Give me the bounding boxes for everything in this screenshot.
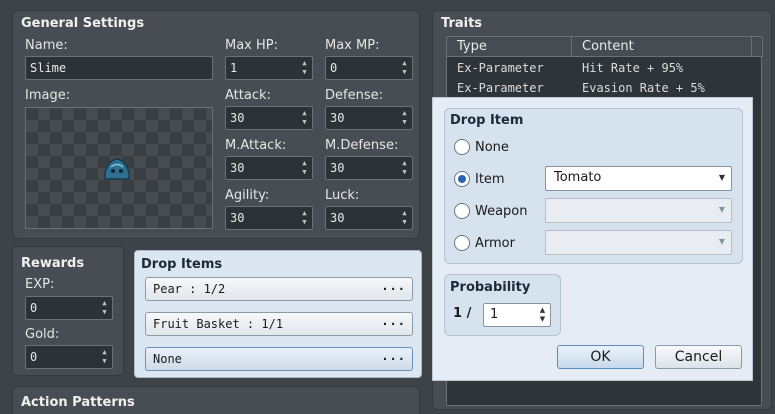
gold-value: 0: [30, 350, 38, 364]
spin-arrows-icon[interactable]: ▲ ▼: [400, 59, 409, 77]
maxhp-spinbox[interactable]: 1 ▲ ▼: [225, 56, 313, 80]
defense-spinbox[interactable]: 30 ▲ ▼: [325, 106, 413, 130]
mattack-spinbox[interactable]: 30 ▲ ▼: [225, 156, 313, 180]
exp-value: 0: [30, 301, 38, 315]
drop-item-slot-3[interactable]: None ···: [145, 347, 413, 371]
gold-spinbox[interactable]: 0 ▲ ▼: [25, 345, 113, 369]
table-row[interactable]: Ex-Parameter Evasion Rate + 5%: [447, 78, 763, 98]
drop-item-group: Drop Item None Item Tomato ▼ Weapon ▼ Ar…: [444, 108, 743, 264]
probability-title: Probability: [450, 280, 531, 295]
item-select[interactable]: Tomato ▼: [545, 166, 732, 191]
armor-select: ▼: [545, 230, 732, 255]
image-label: Image:: [25, 88, 71, 103]
trait-type: Ex-Parameter: [457, 81, 544, 95]
radio-weapon[interactable]: [454, 203, 470, 219]
spin-arrows-icon[interactable]: ▲ ▼: [400, 209, 409, 227]
luck-spinbox[interactable]: 30 ▲ ▼: [325, 206, 413, 230]
drop-item-label: Fruit Basket : 1/1: [153, 317, 284, 331]
radio-none[interactable]: [454, 139, 470, 155]
probability-prefix: 1 /: [453, 306, 472, 321]
spin-arrows-icon[interactable]: ▲ ▼: [400, 109, 409, 127]
ellipsis-icon: ···: [381, 282, 406, 296]
exp-label: EXP:: [25, 277, 55, 292]
probability-group: Probability 1 / 1 ▲ ▼: [444, 274, 561, 336]
exp-spinbox[interactable]: 0 ▲ ▼: [25, 296, 113, 320]
maxmp-spinbox[interactable]: 0 ▲ ▼: [325, 56, 413, 80]
maxmp-value: 0: [330, 61, 338, 75]
slime-sprite-icon: [104, 158, 130, 180]
agility-label: Agility:: [225, 188, 270, 203]
name-field[interactable]: Slime: [25, 56, 213, 80]
defense-label: Defense:: [325, 88, 383, 103]
traits-col-type[interactable]: Type: [447, 37, 572, 57]
traits-col-content[interactable]: Content: [572, 37, 752, 57]
trait-type: Ex-Parameter: [457, 61, 544, 75]
spin-arrows-icon[interactable]: ▲ ▼: [538, 306, 547, 324]
traits-title: Traits: [441, 16, 483, 31]
spin-arrows-icon[interactable]: ▲ ▼: [300, 109, 309, 127]
traits-col-spacer: [752, 37, 763, 57]
general-settings-panel: General Settings Name: Slime Image: Max …: [12, 10, 420, 239]
spin-arrows-icon[interactable]: ▲ ▼: [100, 348, 109, 366]
gold-label: Gold:: [25, 327, 60, 342]
item-select-value: Tomato: [554, 170, 602, 185]
defense-value: 30: [330, 111, 345, 125]
cancel-button[interactable]: Cancel: [655, 345, 742, 369]
drop-item-group-title: Drop Item: [450, 113, 524, 128]
trait-content: Hit Rate + 95%: [582, 61, 684, 75]
radio-armor[interactable]: [454, 235, 470, 251]
action-patterns-panel: Action Patterns: [12, 386, 420, 414]
enemy-image[interactable]: [25, 107, 213, 229]
radio-armor-label[interactable]: Armor: [475, 236, 515, 251]
rewards-title: Rewards: [21, 256, 85, 271]
agility-value: 30: [230, 211, 245, 225]
luck-label: Luck:: [325, 188, 360, 203]
radio-item-label[interactable]: Item: [475, 172, 505, 187]
spin-arrows-icon[interactable]: ▲ ▼: [300, 59, 309, 77]
agility-spinbox[interactable]: 30 ▲ ▼: [225, 206, 313, 230]
weapon-select: ▼: [545, 198, 732, 223]
attack-value: 30: [230, 111, 245, 125]
action-patterns-title: Action Patterns: [21, 395, 135, 410]
drop-items-panel: Drop Items Pear : 1/2 ··· Fruit Basket :…: [134, 250, 422, 378]
spin-arrows-icon[interactable]: ▲ ▼: [100, 299, 109, 317]
drop-item-label: Pear : 1/2: [153, 282, 226, 296]
spin-arrows-icon[interactable]: ▲ ▼: [300, 209, 309, 227]
spin-arrows-icon[interactable]: ▲ ▼: [300, 159, 309, 177]
drop-item-dialog: Drop Item None Item Tomato ▼ Weapon ▼ Ar…: [432, 97, 753, 381]
mattack-value: 30: [230, 161, 245, 175]
mdefense-spinbox[interactable]: 30 ▲ ▼: [325, 156, 413, 180]
maxhp-value: 1: [230, 61, 238, 75]
radio-weapon-label[interactable]: Weapon: [475, 204, 528, 219]
mdefense-label: M.Defense:: [325, 138, 399, 153]
ok-button[interactable]: OK: [557, 345, 644, 369]
mattack-label: M.Attack:: [225, 138, 287, 153]
drop-item-slot-1[interactable]: Pear : 1/2 ···: [145, 277, 413, 301]
drop-item-label: None: [153, 352, 182, 366]
attack-spinbox[interactable]: 30 ▲ ▼: [225, 106, 313, 130]
general-settings-title: General Settings: [21, 16, 145, 31]
luck-value: 30: [330, 211, 345, 225]
spin-arrows-icon[interactable]: ▲ ▼: [400, 159, 409, 177]
radio-none-label[interactable]: None: [475, 140, 509, 155]
maxmp-label: Max MP:: [325, 38, 380, 53]
attack-label: Attack:: [225, 88, 271, 103]
chevron-down-icon: ▼: [718, 173, 725, 182]
probability-spinbox[interactable]: 1 ▲ ▼: [483, 303, 551, 327]
ellipsis-icon: ···: [381, 352, 406, 366]
trait-content: Evasion Rate + 5%: [582, 81, 705, 95]
chevron-down-icon: ▼: [718, 237, 725, 246]
name-label: Name:: [25, 38, 68, 53]
rewards-panel: Rewards EXP: 0 ▲ ▼ Gold: 0 ▲ ▼: [12, 246, 124, 376]
ellipsis-icon: ···: [381, 317, 406, 331]
chevron-down-icon: ▼: [718, 205, 725, 214]
maxhp-label: Max HP:: [225, 38, 279, 53]
radio-item[interactable]: [454, 171, 470, 187]
drop-items-title: Drop Items: [141, 257, 223, 272]
drop-item-slot-2[interactable]: Fruit Basket : 1/1 ···: [145, 312, 413, 336]
table-row[interactable]: Ex-Parameter Hit Rate + 95%: [447, 58, 763, 78]
probability-value: 1: [490, 307, 499, 322]
mdefense-value: 30: [330, 161, 345, 175]
